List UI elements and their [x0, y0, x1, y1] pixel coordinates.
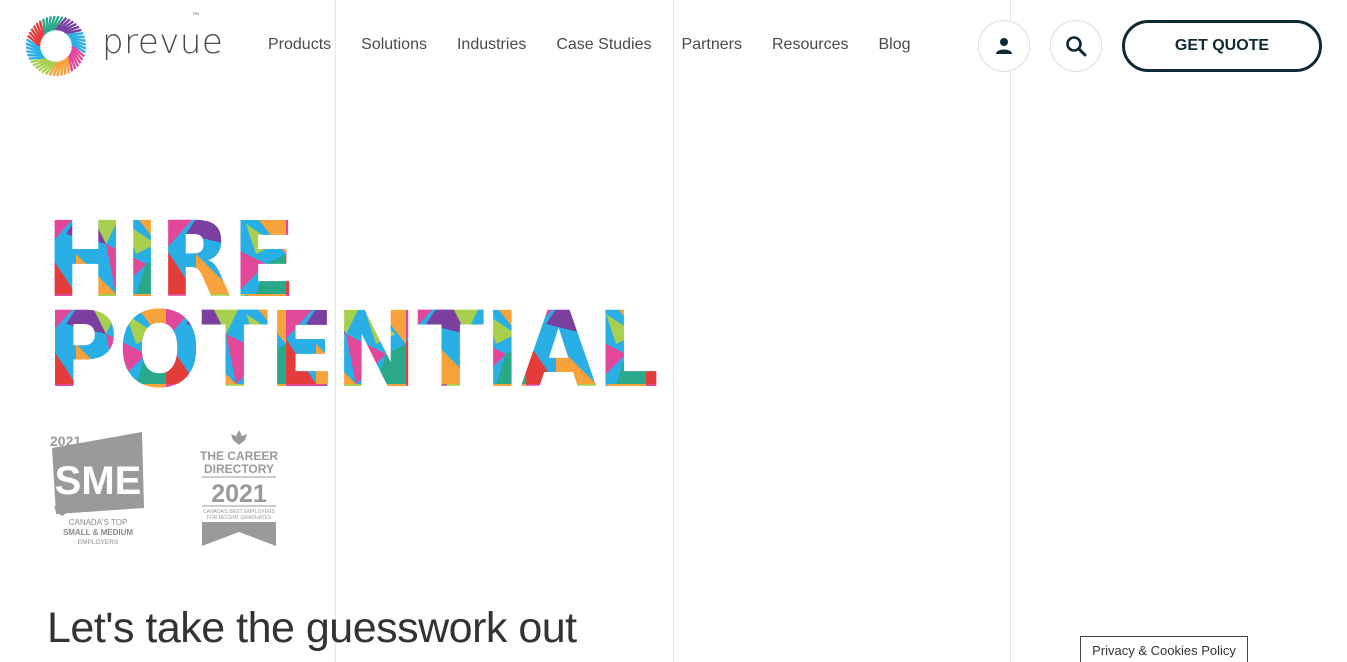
sme-award-badge: 2021 SME CANADA'S TOP SMALL & MEDIUM EMP…	[50, 432, 144, 546]
search-button[interactable]	[1050, 20, 1102, 72]
main-nav: Products Solutions Industries Case Studi…	[268, 36, 941, 54]
grid-line-3	[1010, 0, 1011, 662]
logo-ring-stripe	[67, 32, 84, 36]
logo-ring-stripe	[27, 53, 44, 57]
logo-ring-stripe	[42, 18, 46, 35]
nav-solutions[interactable]: Solutions	[361, 36, 427, 54]
career-directory-award-badge: THE CAREER DIRECTORY 2021 CANADA'S BEST …	[200, 430, 278, 546]
career-award-year: 2021	[211, 480, 267, 508]
prevue-logo-icon	[25, 15, 87, 77]
brand-name: prevue	[102, 22, 224, 62]
nav-resources[interactable]: Resources	[772, 36, 848, 54]
logo-ring-stripe	[63, 58, 67, 75]
sme-award-caption-2: SMALL & MEDIUM	[63, 528, 133, 537]
sme-award-caption-3: EMPLOYERS	[78, 539, 119, 546]
get-quote-button[interactable]: GET QUOTE	[1122, 20, 1322, 72]
nav-industries[interactable]: Industries	[457, 36, 526, 54]
logo-ring-stripe	[68, 35, 85, 39]
logo-ring-stripe	[45, 17, 49, 34]
hero-tagline: Let's take the guesswork out	[47, 604, 577, 652]
career-award-caption-2: FOR RECENT GRADUATES	[207, 515, 272, 521]
hero-title: HIRE POTENTIAL	[46, 204, 666, 394]
search-icon	[1066, 36, 1087, 57]
grid-line-2	[673, 0, 674, 662]
sme-award-caption-1: CANADA'S TOP	[69, 518, 128, 527]
nav-partners[interactable]: Partners	[682, 36, 742, 54]
career-award-line-2: DIRECTORY	[204, 462, 274, 476]
awards-row: 2021 SME CANADA'S TOP SMALL & MEDIUM EMP…	[50, 426, 290, 561]
hero-line-potential: POTENTIAL	[46, 289, 659, 394]
nav-case-studies[interactable]: Case Studies	[556, 36, 651, 54]
nav-blog[interactable]: Blog	[878, 36, 910, 54]
privacy-cookies-policy-button[interactable]: Privacy & Cookies Policy	[1080, 636, 1248, 662]
logo-ring-stripe	[66, 57, 70, 74]
trademark-symbol: ™	[192, 12, 199, 19]
sme-award-abbr: SME	[55, 459, 142, 503]
account-button[interactable]	[978, 20, 1030, 72]
career-award-line-1: THE CAREER	[200, 449, 278, 463]
user-icon	[996, 38, 1012, 54]
nav-products[interactable]: Products	[268, 36, 331, 54]
prevue-logo[interactable]: prevue	[24, 14, 223, 78]
logo-ring-stripe	[28, 56, 45, 60]
